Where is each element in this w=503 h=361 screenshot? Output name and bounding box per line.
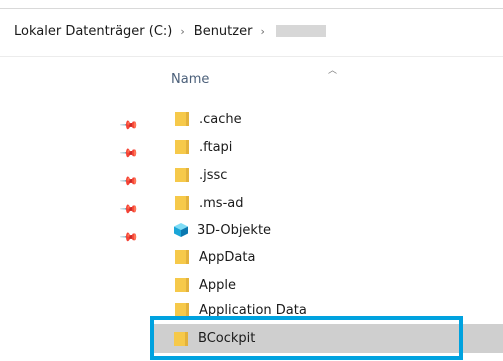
list-item[interactable]: Apple <box>155 272 503 298</box>
list-item[interactable]: .ftapi <box>155 134 503 160</box>
list-item[interactable]: Application Data <box>155 299 503 317</box>
list-item-label: Apple <box>199 277 237 293</box>
column-header-name[interactable]: ︿ Name <box>160 63 380 91</box>
chevron-right-icon[interactable]: › <box>260 25 264 38</box>
folder-icon <box>175 140 189 154</box>
folder-icon <box>175 196 189 210</box>
highlight-annotation <box>150 316 463 360</box>
list-item-label: .ms-ad <box>199 195 244 211</box>
folder-icon <box>175 303 189 317</box>
list-item-label: Application Data <box>199 303 307 317</box>
folder-icon <box>175 250 189 264</box>
list-item[interactable]: .jssc <box>155 162 503 188</box>
list-item[interactable]: .ms-ad <box>155 190 503 216</box>
pin-icon[interactable]: 📌 <box>119 143 139 163</box>
pin-icon[interactable]: 📌 <box>119 171 139 191</box>
breadcrumb-item-users[interactable]: Benutzer <box>194 24 253 39</box>
pin-icon[interactable]: 📌 <box>119 199 139 219</box>
chevron-up-icon: ︿ <box>328 66 338 76</box>
list-item-label: .cache <box>199 111 242 127</box>
window-top-edge <box>0 0 503 9</box>
folder-icon <box>175 112 189 126</box>
list-item-label: .ftapi <box>199 139 233 155</box>
list-item-label: 3D-Objekte <box>197 222 272 238</box>
list-item-label: .jssc <box>199 167 228 183</box>
list-item[interactable]: 3D-Objekte <box>155 217 503 243</box>
3d-objects-icon <box>174 223 188 237</box>
breadcrumb-item-drive[interactable]: Lokaler Datenträger (C:) <box>14 24 172 39</box>
selection-row-extension <box>463 324 503 353</box>
column-header-label: Name <box>171 72 210 87</box>
pin-icon[interactable]: 📌 <box>119 227 139 247</box>
breadcrumb-item-redacted[interactable] <box>275 25 326 37</box>
pin-icon[interactable]: 📌 <box>119 115 139 135</box>
chevron-right-icon[interactable]: › <box>180 25 184 38</box>
folder-icon <box>175 168 189 182</box>
list-item[interactable]: AppData <box>155 244 503 270</box>
breadcrumb: Lokaler Datenträger (C:) › Benutzer › <box>14 21 326 41</box>
list-item-label: AppData <box>199 249 256 265</box>
folder-icon <box>175 278 189 292</box>
address-bar-divider <box>0 56 503 57</box>
list-item[interactable]: .cache <box>155 106 503 132</box>
